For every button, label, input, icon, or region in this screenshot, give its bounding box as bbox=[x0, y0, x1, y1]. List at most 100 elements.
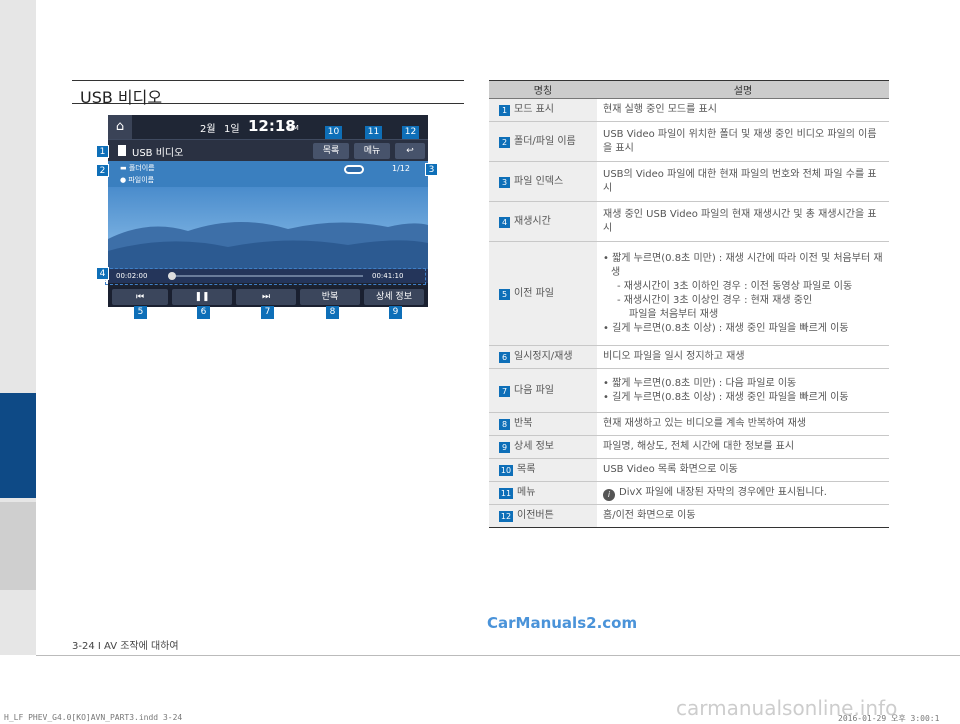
callout-1: 1 bbox=[96, 145, 109, 158]
table-row: 9 상세 정보 파일명, 해상도, 전체 시간에 대한 정보를 표시 bbox=[489, 435, 889, 459]
row-number-badge: 3 bbox=[499, 176, 510, 188]
clock-ampm: AM bbox=[288, 124, 299, 132]
row-desc: DivX 파일에 내장된 자막의 경우에만 표시됩니다. bbox=[619, 486, 827, 498]
home-icon: ⌂ bbox=[115, 119, 125, 134]
row-desc-cell: 재생 중인 USB Video 파일의 현재 재생시간 및 총 재생시간을 표시 bbox=[597, 201, 889, 242]
table-row: 11 메뉴 i DivX 파일에 내장된 자막의 경우에만 표시됩니다. bbox=[489, 481, 889, 505]
menu-button[interactable]: 메뉴 bbox=[354, 143, 390, 159]
callout-8: 8 bbox=[326, 306, 339, 319]
callout-2: 2 bbox=[96, 164, 109, 177]
row-name-cell: 11 메뉴 bbox=[489, 481, 597, 505]
watermark-site: CarManuals2.com bbox=[487, 614, 638, 632]
print-file-info: H_LF PHEV_G4.0[KO]AVN_PART3.indd 3-24 bbox=[4, 713, 183, 722]
date-month: 2월 bbox=[200, 124, 216, 135]
usb-icon bbox=[118, 145, 126, 156]
table-row: 5 이전 파일 • 짧게 누르면(0.8초 미만) : 재생 시간에 따라 이전 … bbox=[489, 241, 889, 346]
callout-3: 3 bbox=[425, 163, 438, 176]
row-number-badge: 5 bbox=[499, 288, 510, 300]
control-bar: ⏮ ❚❚ ⏭ 반복 상세 정보 bbox=[108, 287, 428, 307]
table-row: 3 파일 인덱스 USB의 Video 파일에 대한 현재 파일의 번호와 전체 … bbox=[489, 161, 889, 202]
pause-play-button[interactable]: ❚❚ bbox=[172, 289, 232, 305]
detail-info-button[interactable]: 상세 정보 bbox=[364, 289, 424, 305]
row-desc-cell: 비디오 파일을 일시 정지하고 재생 bbox=[597, 345, 889, 369]
home-button[interactable]: ⌂ bbox=[108, 115, 132, 139]
row-desc-cell: USB Video 파일이 위치한 폴더 및 재생 중인 비디오 파일의 이름을… bbox=[597, 121, 889, 162]
row-name: 폴더/파일 이름 bbox=[514, 135, 576, 147]
row-name: 이전버튼 bbox=[517, 510, 554, 521]
progress-highlight-box bbox=[105, 268, 426, 285]
file-name-row: ● 파일이름 bbox=[120, 176, 155, 184]
file-name: 파일이름 bbox=[128, 176, 155, 184]
chapter-tab bbox=[0, 502, 36, 590]
row-name: 다음 파일 bbox=[514, 384, 554, 396]
row-number-badge: 7 bbox=[499, 385, 510, 397]
callout-7: 7 bbox=[261, 306, 274, 319]
callout-6: 6 bbox=[197, 306, 210, 319]
table-row: 12 이전버튼 홈/이전 화면으로 이동 bbox=[489, 504, 889, 528]
row-desc: 홈/이전 화면으로 이동 bbox=[603, 510, 696, 521]
mode-title: USB 비디오 bbox=[132, 148, 184, 159]
callout-10: 10 bbox=[325, 126, 342, 139]
info-icon: i bbox=[603, 488, 615, 501]
row-number-badge: 9 bbox=[499, 442, 510, 453]
row-number-badge: 1 bbox=[499, 105, 510, 116]
manual-page: USB 비디오 ⌂ 2월 1일 12:18 AM USB 비디오 목록 메뉴 ↩… bbox=[0, 0, 960, 724]
row-number-badge: 6 bbox=[499, 352, 510, 363]
next-button[interactable]: ⏭ bbox=[236, 289, 296, 305]
page-footer: 3-24 I AV 조작에 대하여 bbox=[72, 641, 179, 652]
row-name-cell: 7 다음 파일 bbox=[489, 368, 597, 413]
row-desc-bullet: • 길게 누르면(0.8초 이상) : 재생 중인 파일을 빠르게 이동 bbox=[603, 322, 849, 334]
row-desc: 현재 실행 중인 모드를 표시 bbox=[603, 104, 717, 115]
row-name: 재생시간 bbox=[514, 215, 551, 227]
header-description: 설명 bbox=[597, 80, 889, 99]
section-heading: USB 비디오 bbox=[72, 80, 464, 107]
previous-button[interactable]: ⏮ bbox=[112, 289, 168, 305]
next-icon: ⏭ bbox=[261, 292, 271, 302]
section-title: USB 비디오 bbox=[80, 88, 163, 107]
row-name: 반복 bbox=[514, 418, 533, 429]
video-area bbox=[108, 187, 428, 269]
row-number-badge: 10 bbox=[499, 465, 513, 476]
row-desc-cell: i DivX 파일에 내장된 자막의 경우에만 표시됩니다. bbox=[597, 481, 889, 505]
row-desc-cell: • 짧게 누르면(0.8초 미만) : 재생 시간에 따라 이전 및 처음부터 … bbox=[597, 241, 889, 346]
row-desc-cell: • 짧게 누르면(0.8초 미만) : 다음 파일로 이동 • 길게 누르면(0… bbox=[597, 368, 889, 413]
row-name: 파일 인덱스 bbox=[514, 175, 564, 187]
row-desc: 파일명, 해상도, 전체 시간에 대한 정보를 표시 bbox=[603, 441, 795, 452]
row-name-cell: 1 모드 표시 bbox=[489, 98, 597, 122]
row-name-cell: 10 목록 bbox=[489, 458, 597, 482]
print-timestamp: 2016-01-29 오후 3:00:1 bbox=[838, 714, 940, 723]
table-row: 2 폴더/파일 이름 USB Video 파일이 위치한 폴더 및 재생 중인 비… bbox=[489, 121, 889, 162]
row-desc: USB의 Video 파일에 대한 현재 파일의 번호와 전체 파일 수를 표시 bbox=[603, 168, 877, 194]
row-desc-cell: 현재 재생하고 있는 비디오를 계속 반복하여 재생 bbox=[597, 412, 889, 436]
row-name-cell: 5 이전 파일 bbox=[489, 241, 597, 346]
row-desc-bullet: • 길게 누르면(0.8초 이상) : 재생 중인 파일을 빠르게 이동 bbox=[603, 391, 849, 403]
folder-name-row: ▬ 폴더이름 bbox=[120, 164, 155, 172]
mode-indicator-icon bbox=[344, 165, 364, 174]
row-desc-subitem: - 재생시간이 3초 이상인 경우 : 현재 재생 중인 bbox=[617, 294, 813, 306]
row-number-badge: 2 bbox=[499, 136, 510, 148]
pause-icon: ❚❚ bbox=[194, 292, 210, 302]
row-name-cell: 3 파일 인덱스 bbox=[489, 161, 597, 202]
row-desc-cell: USB의 Video 파일에 대한 현재 파일의 번호와 전체 파일 수를 표시 bbox=[597, 161, 889, 202]
table-row: 10 목록 USB Video 목록 화면으로 이동 bbox=[489, 458, 889, 482]
callout-4: 4 bbox=[96, 267, 109, 280]
row-name: 목록 bbox=[517, 464, 536, 475]
row-desc-cell: 현재 실행 중인 모드를 표시 bbox=[597, 98, 889, 122]
file-index: 1/12 bbox=[392, 164, 410, 173]
row-name: 메뉴 bbox=[517, 487, 536, 498]
row-name: 상세 정보 bbox=[514, 441, 554, 452]
row-desc-bullet: • 짧게 누르면(0.8초 미만) : 다음 파일로 이동 bbox=[603, 377, 797, 389]
file-info-area: ▬ 폴더이름 ● 파일이름 1/12 bbox=[108, 161, 428, 187]
row-name-cell: 2 폴더/파일 이름 bbox=[489, 121, 597, 162]
row-number-badge: 11 bbox=[499, 488, 513, 499]
row-name: 일시정지/재생 bbox=[514, 351, 573, 362]
previous-icon: ⏮ bbox=[135, 292, 145, 302]
row-number-badge: 12 bbox=[499, 511, 513, 522]
row-name-cell: 4 재생시간 bbox=[489, 201, 597, 242]
row-desc-cell: 홈/이전 화면으로 이동 bbox=[597, 504, 889, 528]
back-button[interactable]: ↩ bbox=[395, 143, 425, 159]
footer-divider bbox=[36, 655, 960, 656]
list-button[interactable]: 목록 bbox=[313, 143, 349, 159]
table-row: 1 모드 표시 현재 실행 중인 모드를 표시 bbox=[489, 98, 889, 122]
repeat-button[interactable]: 반복 bbox=[300, 289, 360, 305]
